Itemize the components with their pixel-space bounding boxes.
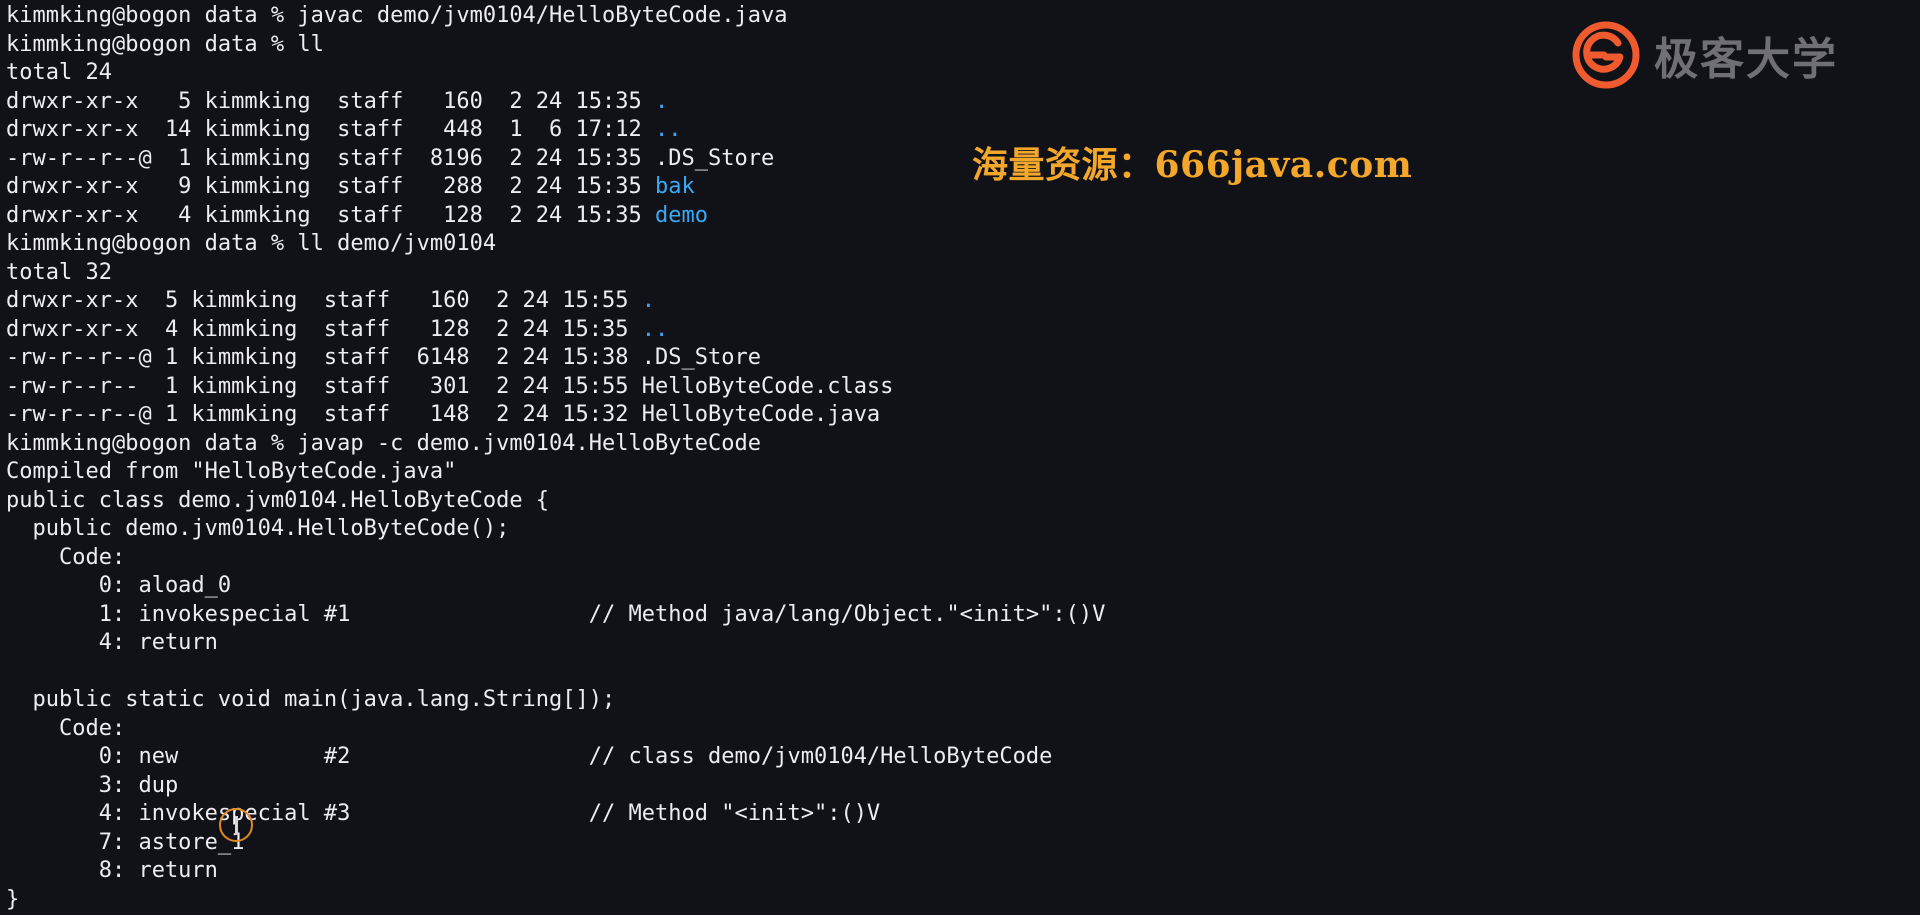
terminal-text: -rw-r--r--@ 1 kimmking staff 8196 2 24 1…	[6, 145, 775, 171]
terminal-line: 3: dup	[6, 772, 1906, 801]
terminal-line: drwxr-xr-x 5 kimmking staff 160 2 24 15:…	[6, 287, 1906, 316]
terminal-line: drwxr-xr-x 4 kimmking staff 128 2 24 15:…	[6, 202, 1906, 231]
resource-watermark: 海量资源：666java.com	[972, 144, 1413, 186]
terminal-text: kimmking@bogon data % javap -c demo.jvm0…	[6, 430, 761, 456]
directory-name: .	[641, 288, 656, 313]
terminal-line: 0: new #2 // class demo/jvm0104/HelloByt…	[6, 743, 1906, 772]
terminal-text: drwxr-xr-x 4 kimmking staff 128 2 24 15:…	[6, 316, 642, 342]
terminal-text: -rw-r--r--@ 1 kimmking staff 148 2 24 15…	[6, 402, 881, 427]
terminal-line: kimmking@bogon data % ll demo/jvm0104	[6, 230, 1906, 259]
terminal-text: 1: invokespecial #1 // Method java/lang/…	[6, 601, 1106, 627]
terminal-line: Compiled from "HelloByteCode.java"	[6, 458, 1906, 487]
terminal-line: -rw-r--r-- 1 kimmking staff 301 2 24 15:…	[6, 373, 1906, 402]
terminal-line: total 32	[6, 259, 1906, 288]
terminal-line: Code:	[6, 544, 1906, 573]
terminal-line: drwxr-xr-x 14 kimmking staff 448 1 6 17:…	[6, 116, 1906, 145]
geek-university-logo-icon	[1570, 19, 1642, 91]
terminal-line: public class demo.jvm0104.HelloByteCode …	[6, 487, 1906, 516]
directory-name: ..	[641, 316, 669, 342]
terminal-line: -rw-r--r--@ 1 kimmking staff 6148 2 24 1…	[6, 344, 1906, 373]
terminal-line: 7: astore_1	[6, 829, 1906, 858]
terminal-text: total 32	[6, 259, 112, 285]
terminal-text: 0: aload_0	[6, 573, 232, 598]
terminal-line: drwxr-xr-x 9 kimmking staff 288 2 24 15:…	[6, 173, 1906, 202]
terminal-line: -rw-r--r--@ 1 kimmking staff 148 2 24 15…	[6, 401, 1906, 430]
terminal-text: 3: dup	[6, 772, 179, 798]
terminal-text: Code:	[6, 544, 126, 570]
terminal-line: kimmking@bogon data % javap -c demo.jvm0…	[6, 430, 1906, 459]
directory-name: bak	[655, 174, 695, 199]
terminal-text: Code:	[6, 715, 126, 741]
terminal-text: Compiled from "HelloByteCode.java"	[6, 459, 457, 484]
terminal-text: -rw-r--r--@ 1 kimmking staff 6148 2 24 1…	[6, 345, 761, 370]
terminal-text: 4: invokespecial #3 // Method "<init>":(…	[6, 801, 881, 826]
terminal-line: 1: invokespecial #1 // Method java/lang/…	[6, 601, 1906, 630]
terminal-text: -rw-r--r-- 1 kimmking staff 301 2 24 15:…	[6, 373, 894, 399]
terminal-text: kimmking@bogon data % javac demo/jvm0104…	[6, 3, 788, 28]
terminal-line: 0: aload_0	[6, 572, 1906, 601]
terminal-line: 4: invokespecial #3 // Method "<init>":(…	[6, 800, 1906, 829]
terminal-line: 8: return	[6, 857, 1906, 886]
terminal-text: kimmking@bogon data % ll	[6, 31, 324, 57]
terminal-line: -rw-r--r--@ 1 kimmking staff 8196 2 24 1…	[6, 145, 1906, 174]
terminal-text: 8: return	[6, 858, 218, 883]
text-cursor-icon	[219, 808, 253, 842]
terminal-line: drwxr-xr-x 4 kimmking staff 128 2 24 15:…	[6, 316, 1906, 345]
terminal-line: }	[6, 886, 1906, 915]
geek-university-logo: 极客大学	[1570, 18, 1850, 92]
terminal-output[interactable]: kimmking@bogon data % javac demo/jvm0104…	[6, 2, 1906, 912]
terminal-text: drwxr-xr-x 14 kimmking staff 448 1 6 17:…	[6, 117, 656, 142]
terminal-text: 0: new #2 // class demo/jvm0104/HelloByt…	[6, 744, 1053, 769]
terminal-text: drwxr-xr-x 4 kimmking staff 128 2 24 15:…	[6, 202, 656, 228]
directory-name: .	[655, 88, 669, 114]
terminal-text: 7: astore_1	[6, 829, 245, 855]
terminal-line: 4: return	[6, 629, 1906, 658]
terminal-text: }	[6, 886, 20, 912]
terminal-text: drwxr-xr-x 5 kimmking staff 160 2 24 15:…	[6, 88, 656, 114]
terminal-line: Code:	[6, 715, 1906, 744]
terminal-text: kimmking@bogon data % ll demo/jvm0104	[6, 231, 497, 256]
terminal-line: public demo.jvm0104.HelloByteCode();	[6, 515, 1906, 544]
terminal-text: public class demo.jvm0104.HelloByteCode …	[6, 487, 550, 513]
terminal-line: public static void main(java.lang.String…	[6, 686, 1906, 715]
logo-brand-text: 极客大学	[1654, 34, 1838, 85]
directory-name: ..	[655, 117, 682, 142]
terminal-text: drwxr-xr-x 5 kimmking staff 160 2 24 15:…	[6, 288, 642, 313]
terminal-text: public static void main(java.lang.String…	[6, 687, 616, 712]
terminal-text: drwxr-xr-x 9 kimmking staff 288 2 24 15:…	[6, 174, 656, 199]
terminal-text: 4: return	[6, 630, 218, 655]
terminal-text: total 24	[6, 60, 112, 85]
text-cursor-beam	[235, 816, 238, 834]
directory-name: demo	[655, 202, 708, 228]
terminal-text: public demo.jvm0104.HelloByteCode();	[6, 516, 510, 541]
